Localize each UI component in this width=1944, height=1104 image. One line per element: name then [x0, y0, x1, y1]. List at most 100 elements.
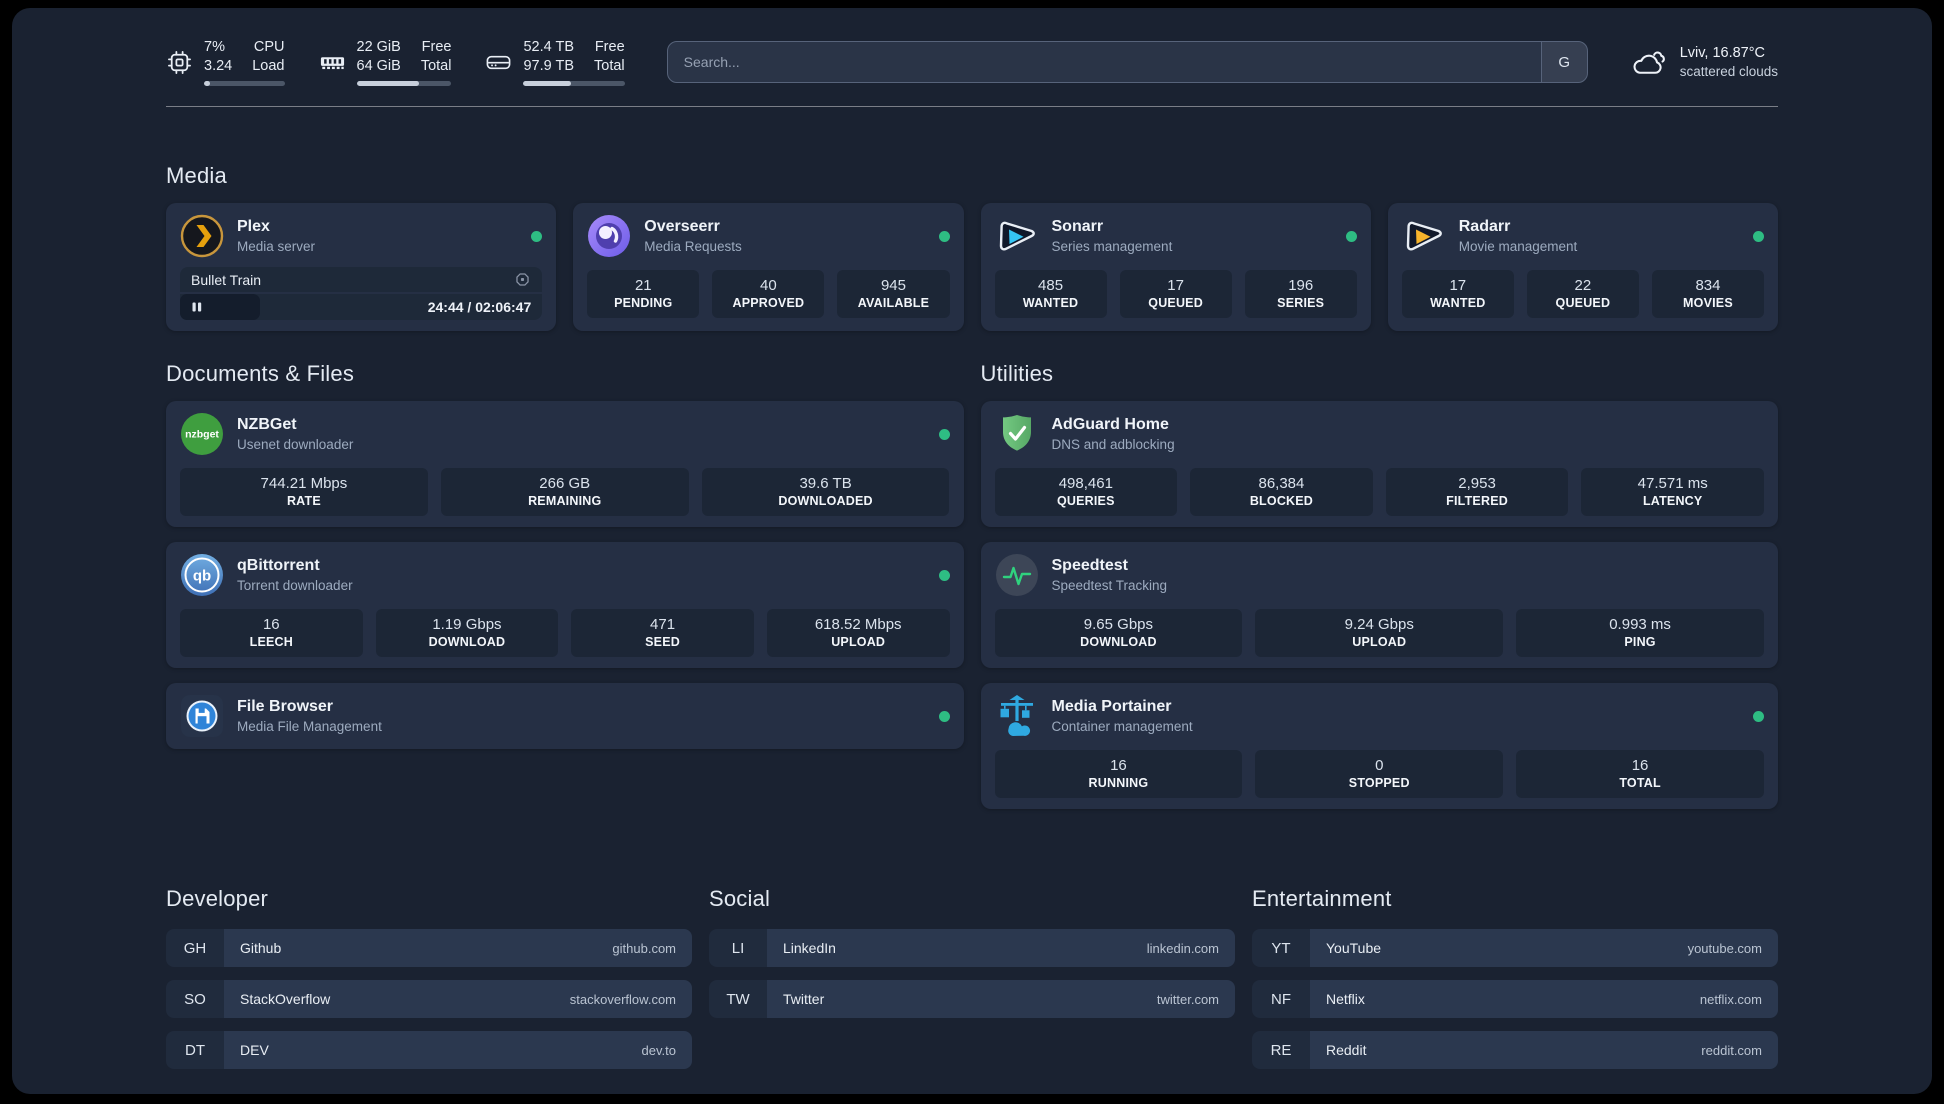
service-card-speedtest[interactable]: Speedtest Speedtest Tracking 9.65 Gbps D…	[980, 542, 1778, 668]
radarr-icon	[1402, 214, 1446, 258]
bookmark-twitter[interactable]: TW Twitter twitter.com	[709, 980, 1235, 1018]
service-card-portainer[interactable]: Media Portainer Container management 16 …	[980, 683, 1778, 809]
service-name: AdGuard Home	[1051, 415, 1169, 433]
bookmark-dev[interactable]: DT DEV dev.to	[166, 1031, 692, 1069]
stat-running: 16 RUNNING	[994, 750, 1243, 798]
bookmark-name: Twitter	[783, 991, 825, 1007]
bookmark-domain: netflix.com	[1699, 991, 1762, 1007]
bookmark-name: Netflix	[1326, 991, 1365, 1007]
stat-upload: 618.52 Mbps UPLOAD	[766, 609, 950, 657]
section-media: Media Plex Media server Bullet Train 24:…	[166, 163, 1778, 331]
service-card-adguard-home[interactable]: AdGuard Home DNS and adblocking 498,461 …	[980, 401, 1778, 527]
search-input[interactable]	[667, 42, 1541, 82]
service-description: Container management	[1051, 718, 1193, 734]
bookmark-name: StackOverflow	[240, 991, 331, 1007]
bookmark-abbr: DT	[166, 1031, 224, 1069]
weather-condition: scattered clouds	[1679, 63, 1778, 79]
bookmark-name: Reddit	[1326, 1042, 1367, 1058]
bookmark-domain: stackoverflow.com	[569, 991, 676, 1007]
service-description: Torrent downloader	[237, 577, 353, 593]
bookmark-domain: linkedin.com	[1146, 940, 1219, 956]
service-name: Radarr	[1458, 217, 1511, 235]
dashboard-content: 7% CPU 3.24 Load 22 GiB Free 64 GiB Tota…	[166, 8, 1778, 1082]
weather-widget: Lviv, 16.87°C scattered clouds	[1630, 44, 1778, 81]
service-card-qbittorrent[interactable]: qb qBittorrent Torrent downloader 16 LEE…	[166, 542, 964, 668]
bookmark-abbr: YT	[1252, 929, 1310, 967]
bookmark-domain: reddit.com	[1701, 1042, 1762, 1058]
dashboard-window: 7% CPU 3.24 Load 22 GiB Free 64 GiB Tota…	[12, 8, 1932, 1094]
status-dot	[938, 569, 950, 581]
service-card-sonarr[interactable]: Sonarr Series management 485 WANTED 17 Q…	[980, 203, 1371, 331]
stat-blocked: 86,384 BLOCKED	[1190, 468, 1373, 516]
cpu-widget: 7% CPU 3.24 Load	[166, 38, 285, 86]
cpu-progress-bar	[204, 81, 285, 86]
service-description: Movie management	[1458, 238, 1578, 254]
memory-progress-bar	[356, 81, 452, 86]
documents-section-title: Documents & Files	[166, 361, 355, 386]
service-description: Media Requests	[644, 238, 742, 254]
disk-total-label: Total	[594, 58, 625, 74]
bookmark-reddit[interactable]: RE Reddit reddit.com	[1252, 1031, 1778, 1069]
service-description: DNS and adblocking	[1051, 436, 1175, 452]
stat-filtered: 2,953 FILTERED	[1385, 468, 1569, 516]
stat-stopped: 0 STOPPED	[1255, 750, 1504, 798]
session-settings-icon[interactable]	[514, 271, 531, 288]
adguard-shield-icon	[995, 412, 1039, 456]
stat-pending: 21 PENDING	[587, 270, 700, 318]
service-name: Speedtest	[1051, 556, 1128, 574]
utilities-section-title: Utilities	[980, 361, 1054, 386]
now-playing-title: Bullet Train	[191, 271, 262, 288]
search-provider-button[interactable]: G	[1540, 42, 1587, 82]
bookmark-abbr: GH	[166, 929, 224, 967]
bookmark-name: DEV	[240, 1042, 269, 1058]
bookmark-linkedin[interactable]: LI LinkedIn linkedin.com	[709, 929, 1235, 967]
status-dot	[1753, 710, 1764, 722]
stat-latency: 47.571 ms LATENCY	[1581, 468, 1764, 516]
status-dot	[938, 230, 950, 242]
playback-progress-bar[interactable]: 24:44 / 02:06:47	[180, 294, 543, 320]
service-card-overseerr[interactable]: Overseerr Media Requests 21 PENDING 40 A…	[573, 203, 964, 331]
header-divider	[166, 106, 1778, 107]
stat-series: 196 SERIES	[1244, 270, 1357, 318]
svg-text:nzbget: nzbget	[185, 429, 219, 441]
social-section-title: Social	[709, 886, 771, 911]
memory-free-value: 22 GiB	[356, 39, 401, 55]
service-name: Media Portainer	[1051, 697, 1172, 715]
bookmark-domain: dev.to	[641, 1042, 676, 1058]
bookmark-netflix[interactable]: NF Netflix netflix.com	[1252, 980, 1778, 1018]
stat-wanted: 17 WANTED	[1401, 270, 1514, 318]
cpu-load-label: Load	[252, 58, 285, 74]
service-description: Series management	[1051, 238, 1173, 254]
bookmark-group-developer: Developer GH Github github.com SO StackO…	[166, 886, 692, 1082]
disk-total-value: 97.9 TB	[523, 58, 575, 74]
status-dot	[1753, 230, 1764, 242]
qbittorrent-icon: qb	[180, 553, 224, 597]
portainer-crane-icon	[995, 694, 1039, 738]
media-section-title: Media	[166, 163, 227, 188]
stat-total: 16 TOTAL	[1516, 750, 1764, 798]
service-name: Plex	[237, 217, 270, 235]
pause-icon[interactable]	[191, 301, 203, 313]
service-card-radarr[interactable]: Radarr Movie management 17 WANTED 22 QUE…	[1387, 203, 1778, 331]
stat-download: 9.65 Gbps DOWNLOAD	[994, 609, 1243, 657]
disk-progress-bar	[523, 81, 625, 86]
speedtest-pulse-icon	[995, 553, 1039, 597]
cpu-usage-value: 7%	[204, 39, 225, 55]
bookmark-github[interactable]: GH Github github.com	[166, 929, 692, 967]
service-card-filebrowser[interactable]: File Browser Media File Management	[166, 683, 964, 749]
status-dot	[938, 710, 950, 722]
service-card-plex[interactable]: Plex Media server Bullet Train 24:44 / 0…	[166, 203, 557, 331]
plex-now-playing: Bullet Train 24:44 / 02:06:47	[180, 267, 543, 320]
stat-available: 945 AVAILABLE	[837, 270, 950, 318]
service-name: qBittorrent	[237, 556, 320, 574]
service-description: Media server	[237, 238, 316, 254]
cpu-icon	[166, 49, 193, 76]
bookmark-youtube[interactable]: YT YouTube youtube.com	[1252, 929, 1778, 967]
bookmark-group-social: Social LI LinkedIn linkedin.com TW Twitt…	[709, 886, 1235, 1031]
stat-approved: 40 APPROVED	[712, 270, 825, 318]
bookmark-stackoverflow[interactable]: SO StackOverflow stackoverflow.com	[166, 980, 692, 1018]
stat-wanted: 485 WANTED	[994, 270, 1107, 318]
service-card-nzbget[interactable]: nzbget NZBGet Usenet downloader 744.21 M…	[166, 401, 964, 527]
stat-seed: 471 SEED	[571, 609, 754, 657]
status-dot	[1345, 230, 1357, 242]
